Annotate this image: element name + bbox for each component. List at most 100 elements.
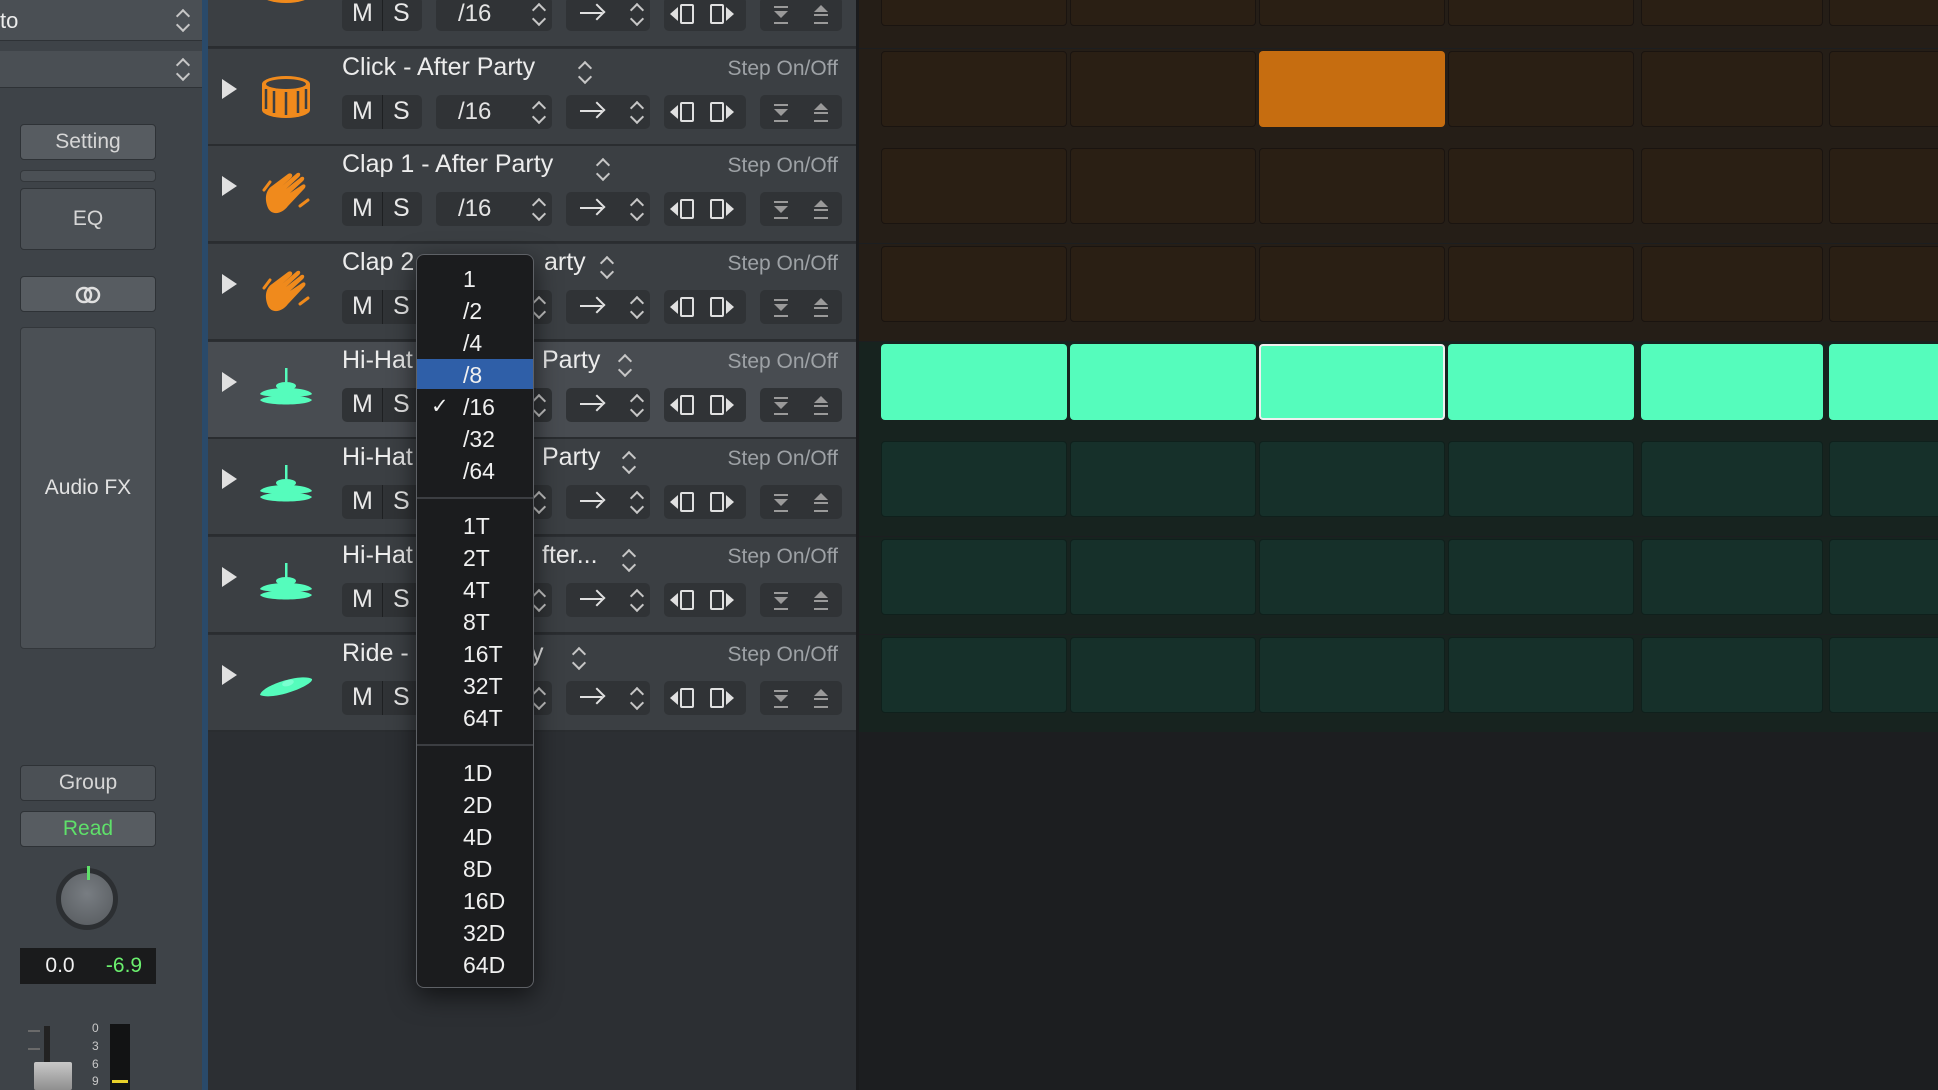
step-cell[interactable] — [881, 441, 1067, 517]
playback-direction-popup[interactable] — [566, 681, 650, 715]
rate-menu-item[interactable]: /4 — [417, 327, 533, 357]
rate-menu-item[interactable]: 1D — [417, 757, 533, 787]
step-cell[interactable] — [881, 539, 1067, 615]
step-cell[interactable] — [1448, 246, 1634, 322]
rate-menu-item[interactable]: 16D — [417, 885, 533, 915]
step-mode-label[interactable]: Step On/Off — [727, 57, 838, 81]
solo-button[interactable]: S — [393, 0, 410, 28]
setting-slot[interactable] — [20, 170, 156, 182]
rate-menu-item[interactable]: /32 — [417, 423, 533, 453]
group-button[interactable]: Group — [20, 765, 156, 801]
step-cell[interactable] — [1641, 148, 1823, 224]
rate-menu-item[interactable]: 2D — [417, 789, 533, 819]
step-cell[interactable] — [1259, 51, 1445, 127]
nudge-left-icon[interactable] — [670, 691, 678, 705]
solo-button[interactable]: S — [393, 487, 410, 516]
audio-fx-slot[interactable]: Audio FX — [20, 327, 156, 649]
step-cell[interactable] — [1641, 344, 1823, 420]
nudge-right-icon[interactable] — [726, 202, 734, 216]
step-cell[interactable] — [1829, 0, 1938, 26]
solo-button[interactable]: S — [393, 390, 410, 419]
step-cell[interactable] — [1829, 441, 1938, 517]
track-name[interactable]: Hi-Hat — [342, 541, 413, 570]
step-cell[interactable] — [1448, 344, 1634, 420]
track-name[interactable]: Ride - — [342, 639, 409, 668]
solo-button[interactable]: S — [393, 97, 410, 126]
rate-menu-item[interactable]: 64T — [417, 702, 533, 732]
rate-menu-item[interactable]: 8T — [417, 606, 533, 636]
rate-menu-item[interactable]: 16T — [417, 638, 533, 668]
rate-menu-item[interactable]: 32T — [417, 670, 533, 700]
disclosure-triangle-icon[interactable] — [222, 274, 237, 294]
step-cell[interactable] — [1829, 246, 1938, 322]
track-name[interactable]: Hi-Hat — [342, 443, 413, 472]
track-name[interactable]: Click - After Party — [342, 53, 535, 82]
disclosure-triangle-icon[interactable] — [222, 79, 237, 99]
step-cell[interactable] — [1259, 637, 1445, 713]
inspector-top-popup[interactable]: to — [0, 0, 202, 41]
automation-read-button[interactable]: Read — [20, 811, 156, 847]
solo-button[interactable]: S — [393, 194, 410, 223]
playback-direction-popup[interactable] — [566, 0, 650, 31]
disclosure-triangle-icon[interactable] — [222, 567, 237, 587]
nudge-right-icon[interactable] — [726, 7, 734, 21]
rate-menu-item[interactable]: /64 — [417, 455, 533, 485]
nudge-right-icon[interactable] — [726, 691, 734, 705]
step-cell[interactable] — [1829, 51, 1938, 127]
nudge-right-icon[interactable] — [726, 398, 734, 412]
step-cell[interactable] — [1070, 148, 1256, 224]
nudge-left-box-icon[interactable] — [680, 199, 694, 219]
nudge-left-icon[interactable] — [670, 105, 678, 119]
nudge-left-icon[interactable] — [670, 202, 678, 216]
step-mode-label[interactable]: Step On/Off — [727, 252, 838, 276]
nudge-left-box-icon[interactable] — [680, 492, 694, 512]
playback-direction-popup[interactable] — [566, 290, 650, 324]
mute-button[interactable]: M — [352, 390, 373, 419]
mute-button[interactable]: M — [352, 97, 373, 126]
step-cell[interactable] — [881, 0, 1067, 26]
nudge-left-box-icon[interactable] — [680, 102, 694, 122]
step-cell[interactable] — [1070, 441, 1256, 517]
track-name[interactable]: Clap 2 — [342, 248, 414, 277]
step-mode-label[interactable]: Step On/Off — [727, 643, 838, 667]
rate-menu-item[interactable]: 64D — [417, 949, 533, 979]
setting-button[interactable]: Setting — [20, 124, 156, 160]
nudge-right-box-icon[interactable] — [710, 395, 724, 415]
nudge-left-icon[interactable] — [670, 398, 678, 412]
track-row[interactable]: Clap 1 - After Party Step On/Off M S/16 — [208, 146, 856, 243]
step-cell[interactable] — [1829, 148, 1938, 224]
step-cell[interactable] — [1448, 51, 1634, 127]
nudge-right-icon[interactable] — [726, 593, 734, 607]
rate-menu-item[interactable]: 32D — [417, 917, 533, 947]
nudge-right-box-icon[interactable] — [710, 297, 724, 317]
step-cell[interactable] — [1448, 148, 1634, 224]
track-row[interactable]: Click - After Party Step On/Off M S/16 — [208, 49, 856, 146]
step-rate-popup[interactable]: /16 — [436, 95, 552, 129]
solo-button[interactable]: S — [393, 683, 410, 712]
step-cell[interactable] — [1070, 539, 1256, 615]
playback-direction-popup[interactable] — [566, 95, 650, 129]
step-cell[interactable] — [1641, 539, 1823, 615]
step-mode-label[interactable]: Step On/Off — [727, 447, 838, 471]
step-cell[interactable] — [1829, 539, 1938, 615]
mute-button[interactable]: M — [352, 487, 373, 516]
step-cell[interactable] — [1070, 51, 1256, 127]
step-cell[interactable] — [881, 51, 1067, 127]
disclosure-triangle-icon[interactable] — [222, 176, 237, 196]
step-cell[interactable] — [1641, 0, 1823, 26]
rate-menu-item[interactable]: /2 — [417, 295, 533, 325]
nudge-left-box-icon[interactable] — [680, 4, 694, 24]
step-cell[interactable] — [1641, 441, 1823, 517]
playback-direction-popup[interactable] — [566, 485, 650, 519]
mute-button[interactable]: M — [352, 585, 373, 614]
step-cell[interactable] — [1259, 441, 1445, 517]
nudge-left-icon[interactable] — [670, 593, 678, 607]
step-rate-popup[interactable]: /16 — [436, 0, 552, 31]
step-cell[interactable] — [1448, 441, 1634, 517]
step-cell[interactable] — [1641, 637, 1823, 713]
mute-button[interactable]: M — [352, 292, 373, 321]
playback-direction-popup[interactable] — [566, 192, 650, 226]
nudge-left-box-icon[interactable] — [680, 590, 694, 610]
step-cell[interactable] — [1259, 0, 1445, 26]
step-cell[interactable] — [1259, 344, 1445, 420]
